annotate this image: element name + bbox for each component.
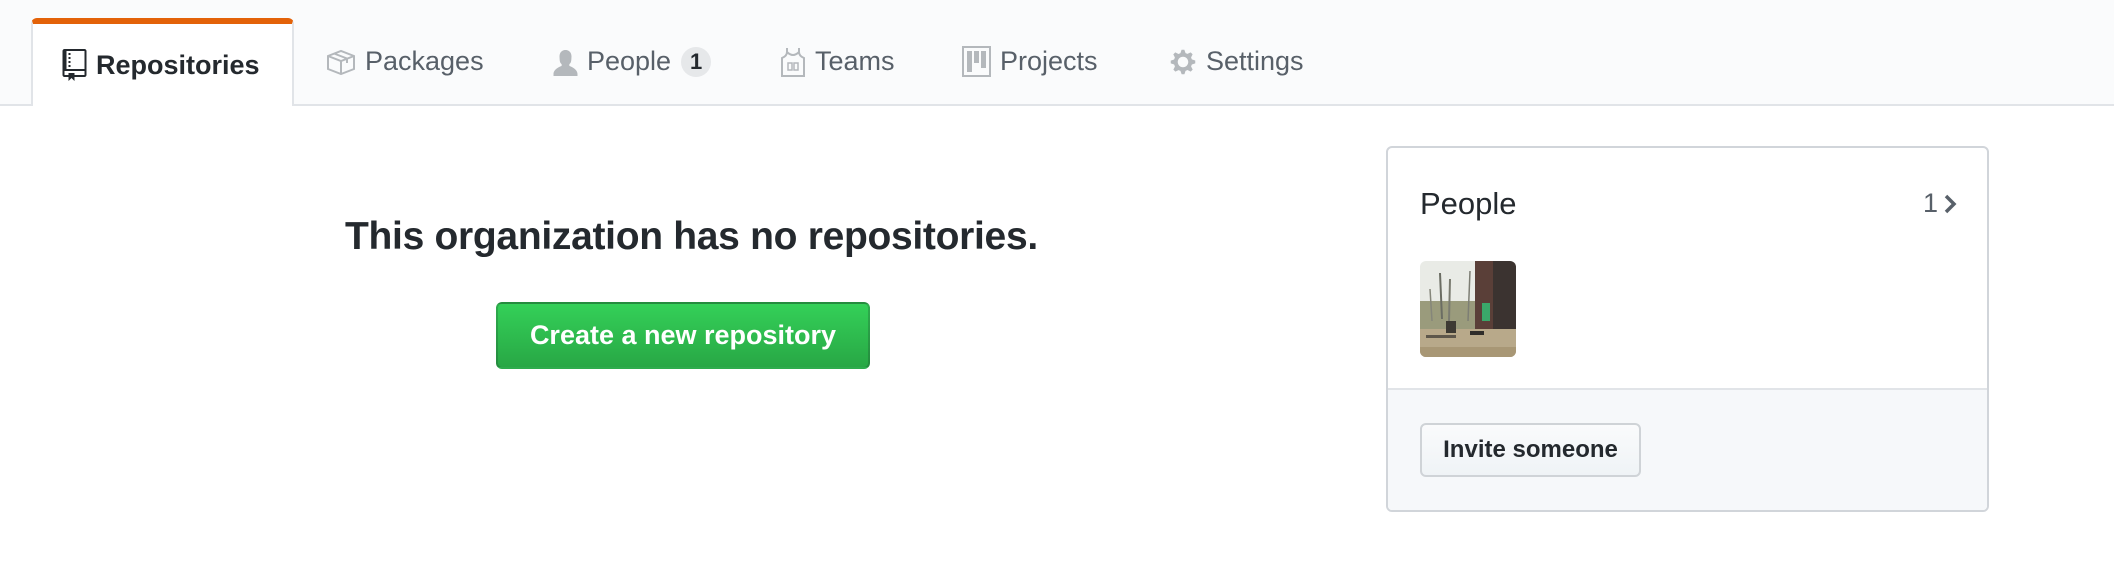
- tab-teams[interactable]: Teams: [780, 18, 895, 105]
- tab-label: Packages: [365, 46, 484, 76]
- people-card-footer: Invite someone: [1388, 388, 1987, 510]
- package-icon: [326, 49, 356, 75]
- people-card-title: People: [1420, 186, 1517, 221]
- invite-someone-button[interactable]: Invite someone: [1420, 423, 1641, 477]
- jersey-icon: [780, 46, 806, 78]
- people-count: 1: [1922, 188, 1938, 218]
- member-avatar-photo: [1420, 261, 1516, 357]
- member-avatar[interactable]: [1420, 261, 1516, 357]
- tab-label: People: [587, 46, 672, 76]
- tab-label: Teams: [815, 46, 895, 76]
- tab-packages[interactable]: Packages: [326, 18, 484, 105]
- people-count-link[interactable]: 1: [1923, 188, 1957, 219]
- tab-projects[interactable]: Projects: [962, 18, 1098, 105]
- project-icon: [962, 46, 991, 77]
- repo-icon: [62, 49, 87, 81]
- person-icon: [553, 48, 578, 76]
- tab-repositories[interactable]: Repositories: [31, 18, 294, 106]
- create-repository-button[interactable]: Create a new repository: [496, 302, 870, 369]
- tab-label: Settings: [1206, 46, 1304, 76]
- org-navigation: Repositories Packages People 1 Teams Pro…: [0, 0, 2114, 106]
- tab-settings[interactable]: Settings: [1169, 18, 1304, 105]
- tab-label: Projects: [1000, 46, 1098, 76]
- gear-icon: [1169, 48, 1197, 76]
- tab-label: Repositories: [96, 49, 260, 80]
- chevron-right-icon: [1944, 194, 1957, 213]
- people-card: People 1 Invite someone: [1386, 146, 1989, 512]
- people-count-badge: 1: [681, 46, 712, 77]
- empty-state-title: This organization has no repositories.: [345, 215, 1038, 258]
- tab-people[interactable]: People 1: [553, 18, 712, 105]
